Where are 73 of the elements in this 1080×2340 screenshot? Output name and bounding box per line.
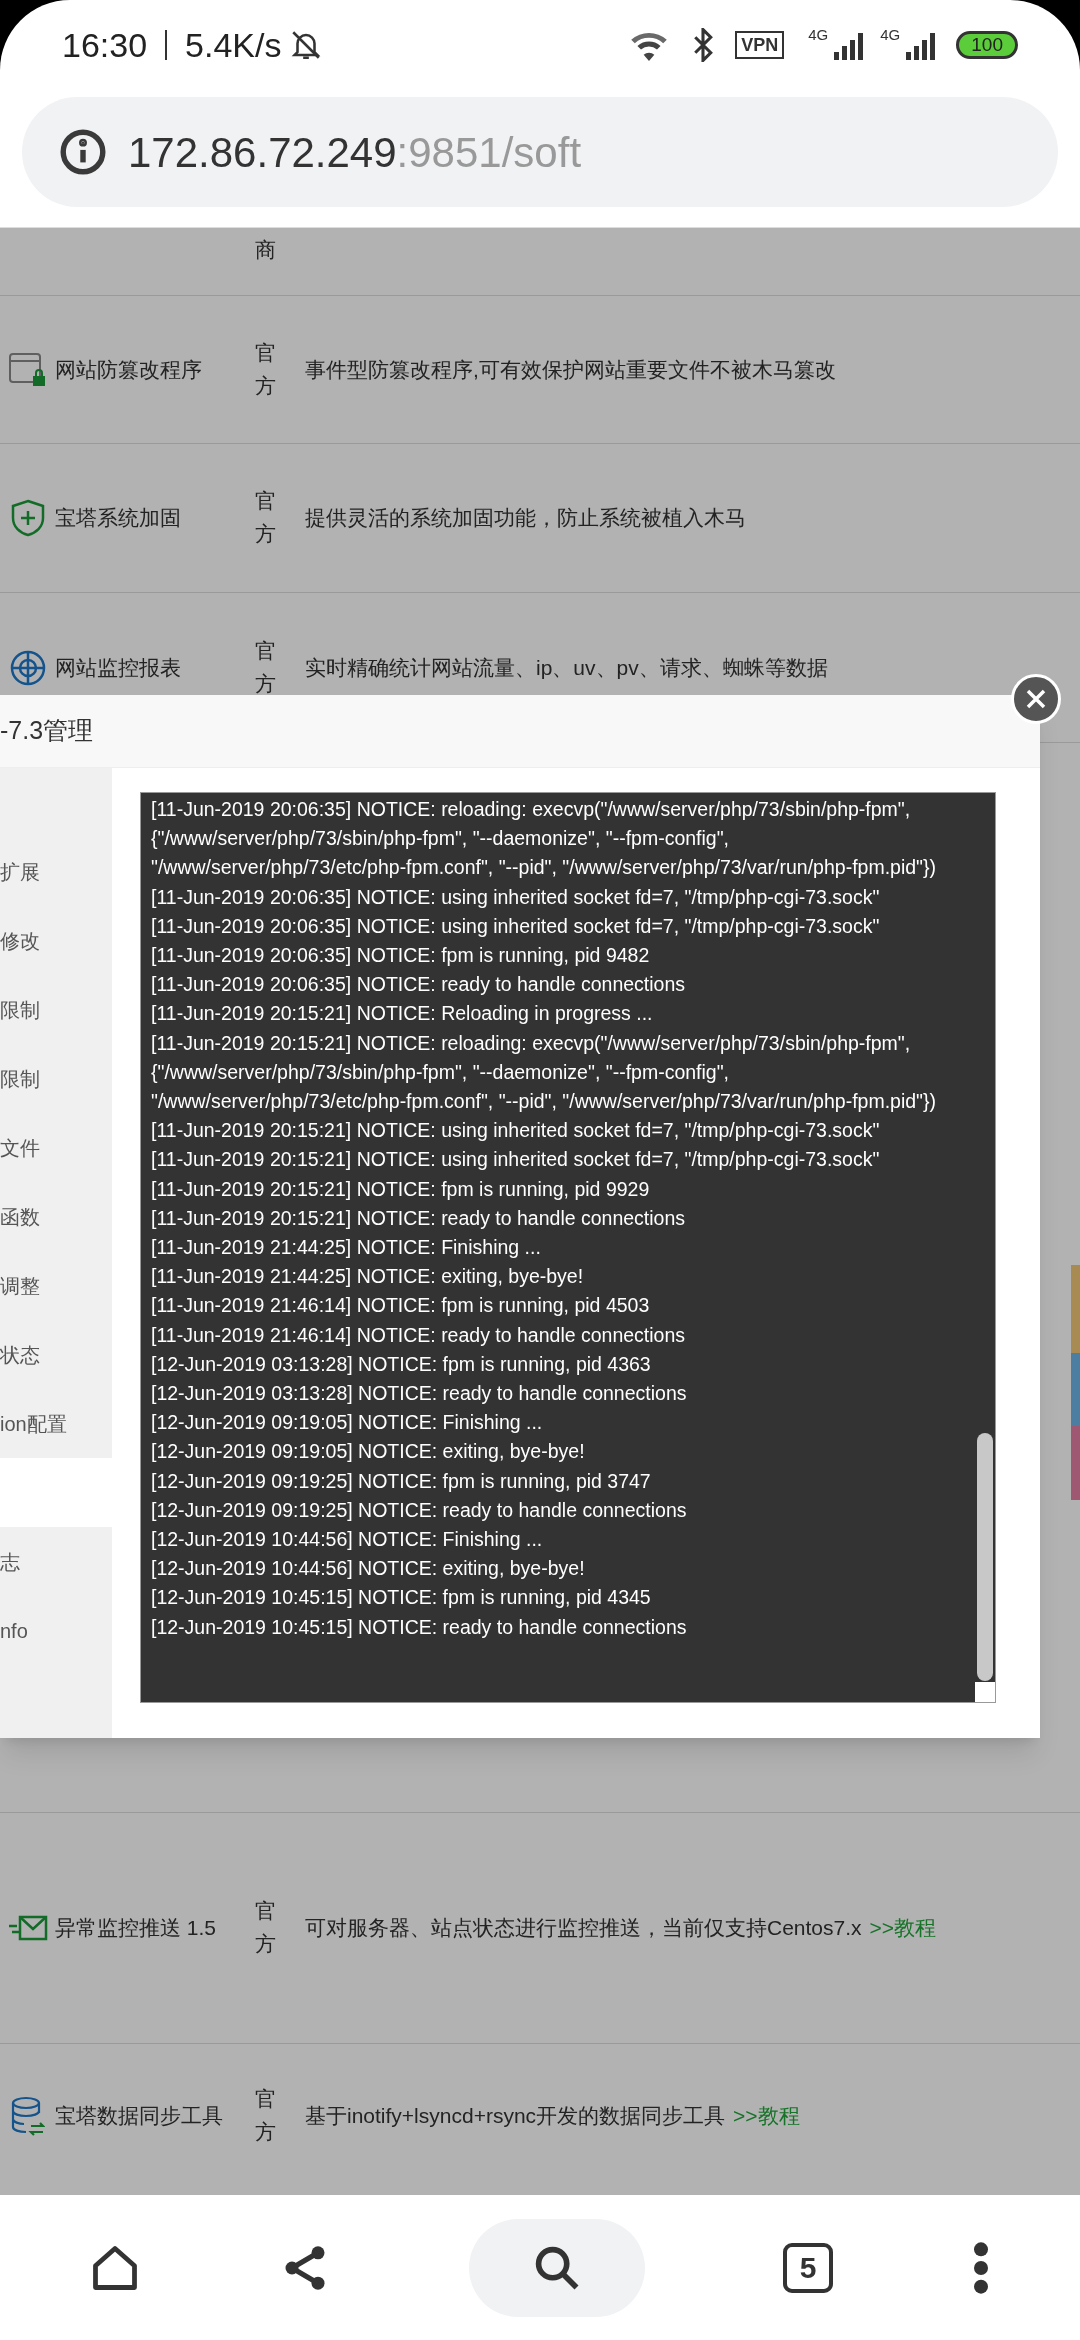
sidebar-item[interactable]: 函数 <box>0 1182 112 1251</box>
plugin-name: 宝塔系统加固 <box>55 506 181 530</box>
log-line: [12-Jun-2019 09:19:05] NOTICE: exiting, bye-bye! <box>151 1439 586 1465</box>
plugin-description: 实时精确统计网站流量、ip、uv、pv、请求、蜘蛛等数据 <box>305 654 828 681</box>
log-line: [12-Jun-2019 10:44:56] NOTICE: exiting, bye-bye! <box>151 1556 586 1582</box>
log-line: [12-Jun-2019 10:45:15] NOTICE: ready to handle connections <box>151 1614 688 1640</box>
dialog-title: -7.3管理 <box>0 715 94 747</box>
close-icon <box>1024 687 1048 711</box>
network-type: 4G <box>880 25 901 45</box>
developer-label: 商 <box>255 237 276 263</box>
log-line: [11-Jun-2019 20:06:35] NOTICE: using inherited socket fd=7, "/tmp/php-cgi-73.sock" <box>151 913 881 939</box>
tabs-button[interactable]: 5 <box>783 2242 833 2293</box>
log-line: [12-Jun-2019 10:45:15] NOTICE: fpm is running, pid 4345 <box>151 1585 652 1611</box>
log-line: [11-Jun-2019 20:06:35] NOTICE: fpm is running, pid 9482 <box>151 943 651 968</box>
clock: 16:30 <box>62 24 148 66</box>
log-line: [11-Jun-2019 20:15:21] NOTICE: reloading: execvp("/www/server/php/73/sbin/php-fpm", {"/www/server/php/73/sbin/php-fpm", "--daemonize", "--fpm-config", "/www/server/php/73/etc/php-fpm.conf", "--pid", "/www/server/php/73/var/run/php-fpm.pid"}) <box>151 1030 938 1115</box>
log-line: [11-Jun-2019 21:44:25] NOTICE: exiting, bye-bye! <box>151 1264 585 1290</box>
log-line: [11-Jun-2019 20:15:21] NOTICE: using inherited socket fd=7, "/tmp/php-cgi-73.sock" <box>151 1147 881 1173</box>
developer-label: 官方 <box>255 2085 276 2145</box>
log-line: [12-Jun-2019 10:44:56] NOTICE: Finishing ... <box>151 1527 544 1553</box>
plugin-name: 网站防篡改程序 <box>55 357 202 381</box>
sidebar-item[interactable]: 志 <box>0 1527 112 1596</box>
url-text: 172.86.72.249:9851/soft <box>128 127 582 178</box>
sidebar-item[interactable]: 限制 <box>0 1044 112 1113</box>
developer-label: 官方 <box>255 488 276 547</box>
log-line: [11-Jun-2019 20:15:21] NOTICE: fpm is running, pid 9929 <box>151 1176 651 1202</box>
developer-label: 官方 <box>255 1898 276 1957</box>
battery-indicator: 100 <box>956 31 1018 59</box>
sidebar-item[interactable]: nfo <box>0 1596 112 1665</box>
log-line: [11-Jun-2019 20:15:21] NOTICE: Reloading in progress ... <box>151 1001 654 1027</box>
info-icon <box>58 127 108 177</box>
log-line: [12-Jun-2019 09:19:25] NOTICE: fpm is running, pid 3747 <box>151 1468 652 1494</box>
developer-label: 官方 <box>255 637 276 697</box>
plugin-description: 提供灵活的系统加固功能，防止系统被植入木马 <box>305 505 746 532</box>
log-line: [11-Jun-2019 20:06:35] NOTICE: ready to handle connections <box>151 972 687 998</box>
network-speed: 5.4K/s <box>185 24 282 66</box>
plugin-name: 网站监控报表 <box>55 655 181 679</box>
target-icon <box>8 648 47 687</box>
log-line: [12-Jun-2019 09:19:05] NOTICE: Finishing ... <box>151 1410 544 1436</box>
log-line: [11-Jun-2019 21:46:14] NOTICE: fpm is running, pid 4503 <box>151 1293 651 1319</box>
database-sync-icon <box>10 2095 45 2136</box>
sidebar-item[interactable]: ion配置 <box>0 1389 112 1458</box>
browser-lock-icon <box>8 351 47 388</box>
plugin-description: 基于inotify+lsyncd+rsync开发的数据同步工具 <box>305 2102 726 2129</box>
mail-icon <box>7 1914 48 1942</box>
plugin-name: 异常监控推送 1.5 <box>55 1916 217 1940</box>
sidebar-item[interactable]: 文件 <box>0 1113 112 1182</box>
sidebar-item[interactable]: 扩展 <box>0 837 112 906</box>
plugin-description: 事件型防篡改程序,可有效保护网站重要文件不被木马篡改 <box>305 356 836 383</box>
vpn-indicator: VPN <box>735 31 785 59</box>
sidebar-item[interactable]: 状态 <box>0 1320 112 1389</box>
developer-label: 官方 <box>255 339 276 399</box>
address-bar[interactable]: 172.86.72.249:9851/soft <box>22 97 1058 207</box>
log-line: [11-Jun-2019 20:15:21] NOTICE: ready to handle connections <box>151 1205 687 1231</box>
shield-plus-icon <box>10 499 45 537</box>
log-line: [12-Jun-2019 03:13:28] NOTICE: fpm is running, pid 4363 <box>151 1351 652 1377</box>
network-type: 4G <box>808 25 829 45</box>
plugin-description: 可对服务器、站点状态进行监控推送，当前仅支持Centos7.x <box>305 1915 862 1942</box>
log-line: [11-Jun-2019 20:15:21] NOTICE: using inherited socket fd=7, "/tmp/php-cgi-73.sock" <box>151 1118 881 1144</box>
sidebar-item[interactable]: 调整 <box>0 1251 112 1320</box>
sidebar-item[interactable]: 修改 <box>0 906 112 975</box>
bluetooth-icon <box>693 28 714 62</box>
plugin-name: 宝塔数据同步工具 <box>55 2103 223 2127</box>
log-line: [12-Jun-2019 03:13:28] NOTICE: ready to handle connections <box>151 1381 688 1407</box>
sidebar-item[interactable]: 限制 <box>0 975 112 1044</box>
log-line: [11-Jun-2019 20:06:35] NOTICE: using inherited socket fd=7, "/tmp/php-cgi-73.sock" <box>151 884 881 910</box>
log-line: [12-Jun-2019 09:19:25] NOTICE: ready to handle connections <box>151 1497 688 1523</box>
more-icon[interactable] <box>971 2239 991 2296</box>
log-line: [11-Jun-2019 21:46:14] NOTICE: ready to handle connections <box>151 1322 687 1348</box>
log-line: [11-Jun-2019 21:44:25] NOTICE: Finishing ... <box>151 1235 542 1261</box>
log-line: [11-Jun-2019 20:06:35] NOTICE: reloading: execvp("/www/server/php/73/sbin/php-fpm", {"/www/server/php/73/sbin/php-fpm", "--daemonize", "--fpm-config", "/www/server/php/73/etc/php-fpm.conf", "--pid", "/www/server/php/73/var/run/php-fpm.pid"}) <box>151 797 938 881</box>
close-button[interactable] <box>1011 674 1061 724</box>
resize-handle <box>975 1682 995 1702</box>
